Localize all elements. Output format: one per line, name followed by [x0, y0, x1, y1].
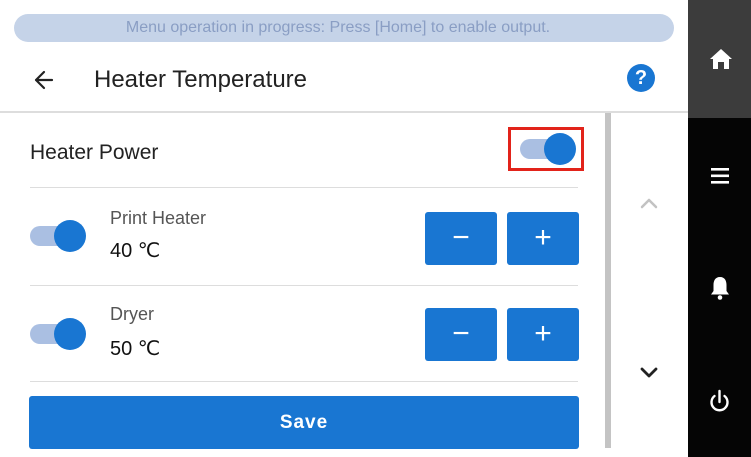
toggle-thumb [54, 318, 86, 350]
main-panel: Menu operation in progress: Press [Home]… [0, 0, 688, 457]
heater-row-print-heater: Print Heater 40 ℃ − + [0, 188, 610, 286]
toggle-thumb [54, 220, 86, 252]
heater-power-toggle[interactable] [520, 133, 576, 165]
toggle-thumb [544, 133, 576, 165]
dryer-toggle[interactable] [30, 318, 86, 350]
heater-name: Print Heater [110, 208, 207, 228]
heater-value: 50 ℃ [110, 338, 161, 360]
home-icon [710, 49, 732, 69]
heater-power-row: Heater Power [0, 113, 610, 187]
nav-home-button[interactable] [688, 0, 751, 118]
scrollbar[interactable] [605, 113, 611, 448]
help-icon: ? [634, 67, 648, 89]
row-divider [30, 381, 578, 382]
scroll-down-button[interactable] [632, 356, 666, 390]
nav-menu-button[interactable] [688, 154, 751, 198]
menu-icon [711, 168, 729, 184]
decrease-dryer-button[interactable]: − [425, 308, 497, 361]
status-banner: Menu operation in progress: Press [Home]… [14, 14, 674, 42]
page-title: Heater Temperature [94, 66, 307, 93]
save-button[interactable]: Save [29, 396, 579, 449]
nav-power-button[interactable] [688, 380, 751, 424]
heater-name: Dryer [110, 304, 154, 324]
scroll-up-button[interactable] [632, 186, 666, 220]
help-button[interactable]: ? [627, 64, 655, 92]
side-nav [688, 0, 751, 457]
decrease-print-heater-button[interactable]: − [425, 212, 497, 265]
back-button[interactable] [28, 62, 68, 98]
heater-power-label: Heater Power [30, 141, 159, 164]
chevron-down-icon [640, 367, 658, 378]
chevron-up-icon [640, 198, 658, 209]
heater-row-dryer: Dryer 50 ℃ − + [0, 286, 610, 384]
power-icon [710, 389, 729, 412]
heater-value: 40 ℃ [110, 240, 161, 262]
settings-list: Heater Power Print Heater 40 ℃ − + Dryer… [0, 113, 610, 385]
header: Heater Temperature ? [0, 48, 688, 112]
increase-dryer-button[interactable]: + [507, 308, 579, 361]
increase-print-heater-button[interactable]: + [507, 212, 579, 265]
back-arrow-icon [34, 70, 54, 90]
nav-notifications-button[interactable] [688, 266, 751, 310]
bell-icon [711, 277, 729, 300]
print-heater-toggle[interactable] [30, 220, 86, 252]
